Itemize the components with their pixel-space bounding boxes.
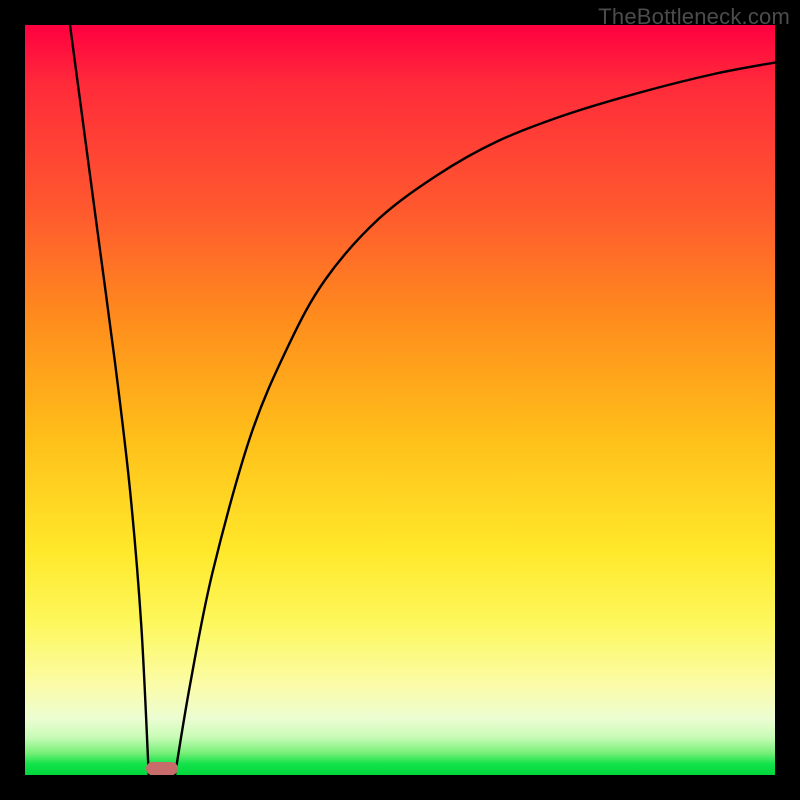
left-leg-path bbox=[70, 25, 149, 775]
curve-layer bbox=[25, 25, 775, 775]
right-curve-path bbox=[175, 63, 775, 776]
optimum-marker bbox=[146, 762, 178, 776]
outer-frame: TheBottleneck.com bbox=[0, 0, 800, 800]
plot-area bbox=[25, 25, 775, 775]
watermark-text: TheBottleneck.com bbox=[598, 4, 790, 30]
